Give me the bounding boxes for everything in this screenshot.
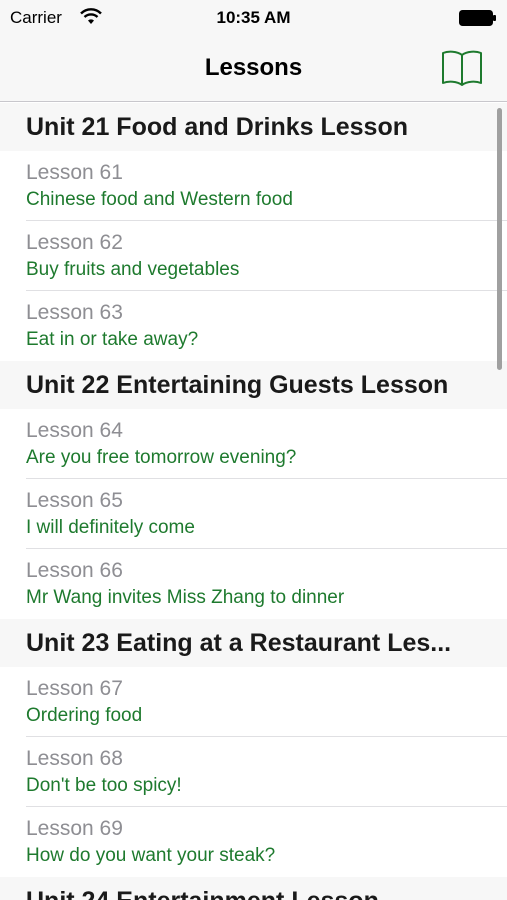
lesson-row[interactable]: Lesson 65 I will definitely come [0, 479, 507, 549]
navigation-bar: Lessons [0, 36, 507, 102]
lesson-row[interactable]: Lesson 64 Are you free tomorrow evening? [0, 409, 507, 479]
lesson-row[interactable]: Lesson 61 Chinese food and Western food [0, 151, 507, 221]
section-header-unit-22: Unit 22 Entertaining Guests Lesson [0, 361, 507, 409]
scroll-indicator[interactable] [497, 108, 502, 370]
battery-icon [459, 10, 496, 26]
section-header-unit-24: Unit 24 Entertainment Lesson [0, 877, 507, 900]
section-header-unit-21: Unit 21 Food and Drinks Lesson [0, 103, 507, 151]
lesson-title: Are you free tomorrow evening? [26, 447, 297, 468]
lesson-number: Lesson 68 [26, 747, 123, 770]
lesson-number: Lesson 62 [26, 231, 123, 254]
lesson-title: How do you want your steak? [26, 845, 276, 866]
lesson-row[interactable]: Lesson 66 Mr Wang invites Miss Zhang to … [0, 549, 507, 619]
lesson-number: Lesson 64 [26, 419, 123, 442]
lesson-row[interactable]: Lesson 67 Ordering food [0, 667, 507, 737]
lesson-title: I will definitely come [26, 517, 195, 538]
lesson-number: Lesson 66 [26, 559, 123, 582]
book-button[interactable] [438, 46, 486, 88]
lesson-title: Ordering food [26, 705, 143, 726]
lesson-number: Lesson 63 [26, 301, 123, 324]
lesson-title: Eat in or take away? [26, 329, 199, 350]
section-header-unit-23: Unit 23 Eating at a Restaurant Les... [0, 619, 507, 667]
lesson-number: Lesson 61 [26, 161, 123, 184]
lesson-title: Buy fruits and vegetables [26, 259, 240, 280]
lesson-row[interactable]: Lesson 62 Buy fruits and vegetables [0, 221, 507, 291]
status-time: 10:35 AM [216, 8, 291, 27]
lesson-row[interactable]: Lesson 69 How do you want your steak? [0, 807, 507, 877]
lesson-row[interactable]: Lesson 63 Eat in or take away? [0, 291, 507, 361]
lesson-title: Mr Wang invites Miss Zhang to dinner [26, 587, 345, 608]
page-title: Lessons [204, 54, 303, 81]
lesson-row[interactable]: Lesson 68 Don't be too spicy! [0, 737, 507, 807]
lesson-number: Lesson 65 [26, 489, 123, 512]
lesson-number: Lesson 67 [26, 677, 123, 700]
lesson-title: Don't be too spicy! [26, 775, 182, 796]
lessons-list[interactable]: Unit 21 Food and Drinks Lesson Lesson 61… [0, 103, 507, 900]
book-icon [442, 50, 482, 86]
lesson-title: Chinese food and Western food [26, 189, 293, 210]
lesson-number: Lesson 69 [26, 817, 123, 840]
status-bar: Carrier 10:35 AM [0, 0, 507, 36]
